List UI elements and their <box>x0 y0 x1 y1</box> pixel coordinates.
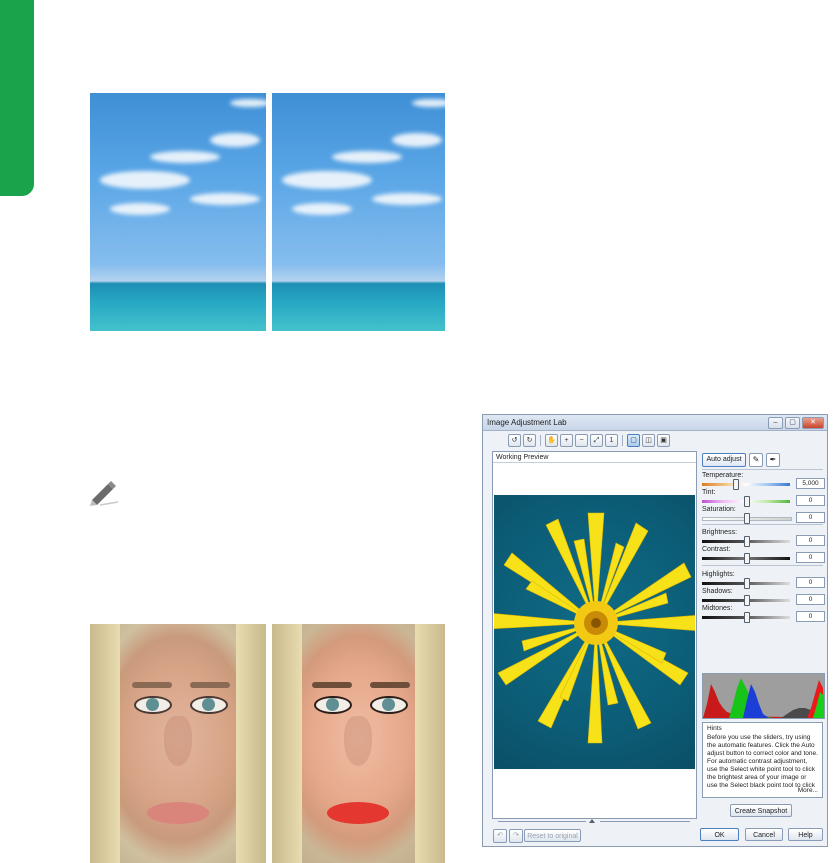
create-snapshot-button[interactable]: Create Snapshot <box>730 804 792 817</box>
rotate-left-icon[interactable]: ↺ <box>508 433 521 447</box>
help-button[interactable]: Help <box>788 828 823 841</box>
preview-image <box>494 495 695 769</box>
zoom-in-icon[interactable]: + <box>560 433 573 447</box>
slider-label: Saturation: <box>702 506 736 513</box>
slider-label: Contrast: <box>702 546 731 553</box>
toolbar-divider <box>540 434 541 446</box>
cancel-button[interactable]: Cancel <box>745 828 783 841</box>
flower-graphic <box>494 512 695 744</box>
portrait-photo-after <box>272 624 445 863</box>
close-button[interactable]: ✕ <box>802 417 824 429</box>
actual-size-icon[interactable]: 1 <box>605 433 618 447</box>
slider-thumb[interactable] <box>744 612 750 623</box>
slider-label: Tint: <box>702 489 716 496</box>
slider-label: Highlights: <box>702 571 735 578</box>
zoom-to-fit-icon[interactable]: ⤢ <box>590 433 603 447</box>
preview-divider <box>493 462 696 463</box>
dialog-title: Image Adjustment Lab <box>487 418 567 427</box>
preview-toolbar: ↺ ↻ ✋ + − ⤢ 1 ▢ ◫ ▣ <box>508 433 670 447</box>
single-preview-icon[interactable]: ▢ <box>627 433 640 447</box>
slider-thumb[interactable] <box>744 595 750 606</box>
more-link[interactable]: More... <box>798 787 818 795</box>
histogram-graphic <box>703 674 824 718</box>
ok-button[interactable]: OK <box>700 828 739 841</box>
minimize-button[interactable]: – <box>768 417 783 429</box>
hints-box: Hints Before you use the sliders, try us… <box>702 722 823 798</box>
histogram <box>702 673 825 719</box>
slider-thumb[interactable] <box>744 513 750 524</box>
midtones-value-field[interactable]: 0 <box>796 611 825 622</box>
contrast-value-field[interactable]: 0 <box>796 552 825 563</box>
undo-icon[interactable]: ↶ <box>493 829 507 843</box>
slider-thumb[interactable] <box>733 479 740 490</box>
split-preview-icon[interactable]: ◫ <box>642 433 655 447</box>
zoom-out-icon[interactable]: − <box>575 433 588 447</box>
auto-adjust-button[interactable]: Auto adjust <box>702 453 746 467</box>
highlights-value-field[interactable]: 0 <box>796 577 825 588</box>
dialog-titlebar: Image Adjustment Lab – ▢ ✕ <box>483 415 827 431</box>
slider-thumb[interactable] <box>744 536 750 547</box>
temperature-value-field[interactable]: 5,000 <box>796 478 825 489</box>
rotate-right-icon[interactable]: ↻ <box>523 433 536 447</box>
slider-label: Midtones: <box>702 605 733 612</box>
saturation-value-field[interactable]: 0 <box>796 512 825 523</box>
tint-value-field[interactable]: 0 <box>796 495 825 506</box>
reset-to-original-button[interactable]: Reset to original <box>524 829 581 842</box>
preview-label: Working Preview <box>496 454 549 461</box>
slider-label: Brightness: <box>702 529 738 536</box>
panel-divider <box>702 524 823 525</box>
hints-title: Hints <box>707 725 722 732</box>
slider-thumb[interactable] <box>744 553 750 564</box>
black-point-eyedropper-icon[interactable]: ✒ <box>766 453 780 467</box>
shadows-value-field[interactable]: 0 <box>796 594 825 605</box>
slider-thumb[interactable] <box>744 496 750 507</box>
full-preview-icon[interactable]: ▣ <box>657 433 670 447</box>
white-point-eyedropper-icon[interactable]: ✎ <box>749 453 763 467</box>
redo-icon[interactable]: ↷ <box>509 829 523 843</box>
hints-text: Before you use the sliders, try using th… <box>707 734 818 788</box>
slider-label: Temperature: <box>702 472 744 479</box>
maximize-button[interactable]: ▢ <box>785 417 800 429</box>
undo-redo-group: ↶ ↷ <box>493 829 523 843</box>
working-preview-pane[interactable]: Working Preview <box>492 451 697 819</box>
panel-divider <box>702 565 823 566</box>
slider-label: Shadows: <box>702 588 733 595</box>
chapter-tab <box>0 0 34 196</box>
pencil-note-icon <box>90 481 119 506</box>
brightness-value-field[interactable]: 0 <box>796 535 825 546</box>
sky-photo-before <box>90 93 266 331</box>
slider-track[interactable] <box>702 483 790 486</box>
adjustment-panel: Auto adjust ✎ ✒ Temperature: 5,000 Tint:… <box>700 451 825 819</box>
toolbar-divider <box>622 434 623 446</box>
panel-divider <box>702 469 823 470</box>
slider-thumb[interactable] <box>744 578 750 589</box>
portrait-photo-before <box>90 624 266 863</box>
pan-icon[interactable]: ✋ <box>545 433 558 447</box>
sky-photo-after <box>272 93 445 331</box>
preview-resize-handle[interactable] <box>492 819 695 825</box>
image-adjustment-lab-dialog: Image Adjustment Lab – ▢ ✕ ↺ ↻ ✋ + − ⤢ 1… <box>482 414 828 847</box>
